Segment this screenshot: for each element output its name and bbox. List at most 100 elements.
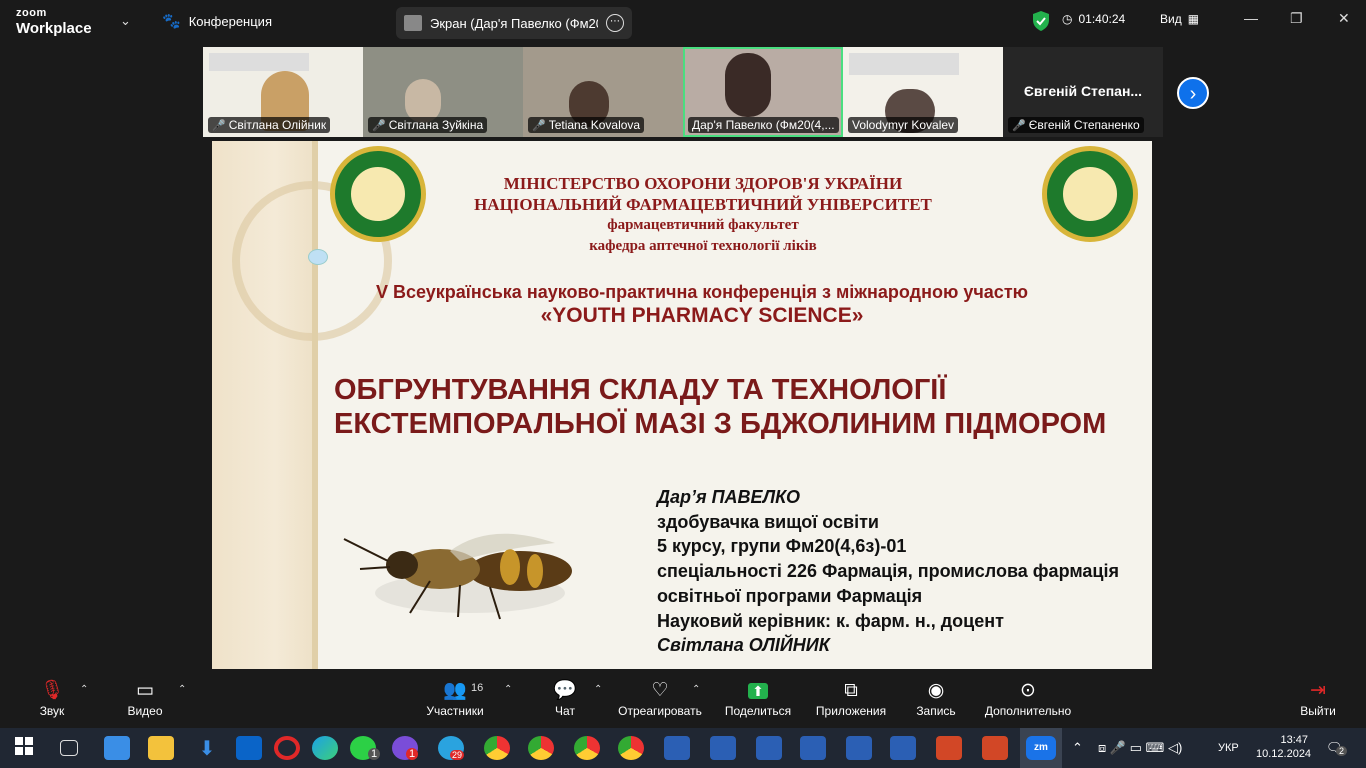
mic-muted-icon: 🎤 [1012, 119, 1026, 132]
chat-caret-icon[interactable]: ⌃ [594, 684, 602, 695]
chat-icon: 💬 [553, 680, 577, 701]
close-icon[interactable]: ✕ [1338, 10, 1350, 27]
next-page-button[interactable]: › [1177, 77, 1209, 109]
participant-strip: 🎤 Світлана Олійник 🎤 Світлана Зуйкіна 🎤 Tet… [203, 47, 1163, 137]
meeting-controls: 🎙 Звук ⌃ ▭ Видео ⌃ 👥 Участники 16 ⌃ 💬 Ча… [0, 670, 1366, 726]
zoom-taskbar-button[interactable]: zm [1020, 728, 1062, 768]
shared-slide: МІНІСТЕРСТВО ОХОРОНИ ЗДОРОВ'Я УКРАЇНИ НА… [212, 141, 1152, 669]
participant-name: 🎤 Tetiana Kovalova [528, 117, 645, 133]
mic-muted-icon: 🎤 [372, 119, 386, 132]
mic-muted-icon: 🎙 [39, 680, 65, 701]
zoom-logo: zoom Workplace [16, 7, 92, 37]
input-language[interactable]: УКР [1218, 742, 1239, 754]
windows-start-icon[interactable] [14, 736, 40, 760]
powerpoint-icon[interactable] [982, 736, 1008, 760]
mic-muted-icon: 🎤 [532, 119, 546, 132]
participant-tile[interactable]: Volodymyr Kovalev [843, 47, 1003, 137]
grid-icon: ▦ [1187, 12, 1200, 26]
react-button[interactable]: ♡ Отреагировать [616, 678, 704, 718]
download-icon[interactable]: ⬇ [194, 736, 220, 760]
tray-expand-icon[interactable]: ⌃ [1072, 740, 1083, 756]
chrome-icon[interactable] [618, 736, 644, 760]
word-icon[interactable] [664, 736, 690, 760]
title-bar: zoom Workplace ⌄ 🐾 Конференция Экран (Да… [0, 0, 1366, 44]
more-icon[interactable]: ⋯ [606, 14, 624, 32]
brand-bottom: Workplace [16, 20, 92, 37]
participant-name-large: Євгеній Степан... [1023, 83, 1143, 99]
maximize-icon[interactable]: ❐ [1290, 10, 1303, 27]
university-emblem-left [330, 146, 426, 242]
slide-side-divider [312, 141, 318, 669]
minimize-icon[interactable]: — [1244, 10, 1258, 26]
whatsapp-badge: 1 [368, 748, 381, 760]
word-icon[interactable] [756, 736, 782, 760]
leave-button[interactable]: ⇥ Выйти [1298, 678, 1338, 718]
heart-icon: ♡ [651, 680, 669, 701]
word-icon[interactable] [710, 736, 736, 760]
view-button[interactable]: Вид ▦ [1160, 12, 1199, 26]
share-screen-tab[interactable]: Экран (Дар'я Павелко (Фм20(4,6 ⋯ [396, 7, 632, 39]
participant-name: 🎤 Світлана Олійник [208, 117, 331, 133]
participant-name: 🎤 Євгеній Степаненко [1008, 117, 1144, 133]
chrome-icon[interactable] [574, 736, 600, 760]
chevron-down-icon[interactable]: ⌄ [120, 13, 131, 29]
word-icon[interactable] [846, 736, 872, 760]
audio-button[interactable]: 🎙 Звук [30, 678, 74, 718]
timer-text: 01:40:24 [1078, 12, 1126, 26]
edge-icon[interactable] [312, 736, 338, 760]
record-button[interactable]: ◉ Запись [912, 678, 960, 718]
meeting-info-button[interactable]: 🐾 Конференция [162, 12, 272, 30]
participant-tile[interactable]: 🎤 Світлана Зуйкіна [363, 47, 523, 137]
share-button[interactable]: ⬆ Поделиться [722, 678, 794, 718]
participant-tile[interactable]: 🎤 Tetiana Kovalova [523, 47, 683, 137]
notification-count: 2 [1336, 746, 1348, 756]
chrome-icon[interactable] [484, 736, 510, 760]
participant-name: Volodymyr Kovalev [848, 117, 959, 133]
share-screen-icon: ⬆ [722, 678, 794, 704]
participant-tile[interactable]: Євгеній Степан... 🎤 Євгеній Степаненко [1003, 47, 1163, 137]
tray-icons[interactable]: ⧈ 🎤 ▭ ⌨ ◁) [1098, 740, 1182, 756]
outlook-icon[interactable] [236, 736, 262, 760]
person-video [725, 53, 771, 117]
file-explorer-icon[interactable] [148, 736, 174, 760]
author-info: Дар’я ПАВЕЛКО здобувачка вищої освіти 5 … [657, 487, 1119, 656]
participants-caret-icon[interactable]: ⌃ [504, 684, 512, 695]
more-button[interactable]: ⊙ Дополнительно [982, 678, 1074, 718]
chat-button[interactable]: 💬 Чат [548, 678, 582, 718]
clock-time: 13:47 [1280, 734, 1308, 746]
participant-tile-active[interactable]: Дар'я Павелко (Фм20(4,... [683, 47, 843, 137]
audio-options-caret-icon[interactable]: ⌃ [80, 684, 88, 695]
participants-count: 16 [471, 682, 484, 694]
meeting-label: Конференция [188, 13, 272, 29]
ministry-heading: МІНІСТЕРСТВО ОХОРОНИ ЗДОРОВ'Я УКРАЇНИ НА… [474, 174, 932, 254]
clock[interactable]: 13:47 10.12.2024 [1256, 733, 1312, 761]
slide-thumbnail [849, 53, 959, 75]
brand-top: zoom [16, 7, 47, 19]
share-tab-label: Экран (Дар'я Павелко (Фм20(4,6 [430, 15, 598, 31]
clock-date: 10.12.2024 [1256, 748, 1312, 760]
powerpoint-icon[interactable] [936, 736, 962, 760]
apps-icon: ⧉ [844, 680, 858, 701]
viber-badge: 1 [406, 748, 419, 760]
chrome-icon[interactable] [528, 736, 554, 760]
bee-image [343, 533, 572, 620]
exit-icon: ⇥ [1310, 680, 1326, 701]
paw-icon: 🐾 [162, 13, 181, 30]
react-caret-icon[interactable]: ⌃ [692, 684, 700, 695]
mic-muted-icon: 🎤 [212, 119, 226, 132]
video-options-caret-icon[interactable]: ⌃ [178, 684, 186, 695]
screen-share-icon [404, 15, 422, 31]
security-shield-icon[interactable] [1032, 11, 1050, 31]
participant-tile[interactable]: 🎤 Світлана Олійник [203, 47, 363, 137]
store-icon[interactable] [104, 736, 130, 760]
opera-icon[interactable] [274, 736, 300, 760]
task-view-icon[interactable] [60, 740, 78, 756]
video-button[interactable]: ▭ Видео [120, 678, 170, 718]
record-icon: ◉ [927, 680, 945, 701]
more-icon: ⊙ [1020, 680, 1036, 701]
word-icon[interactable] [890, 736, 916, 760]
word-icon[interactable] [800, 736, 826, 760]
telegram-badge: 29 [450, 750, 465, 760]
apps-button[interactable]: ⧉ Приложения [812, 678, 890, 718]
conference-title: V Всеукраїнська науково-практична конфер… [375, 282, 1029, 327]
